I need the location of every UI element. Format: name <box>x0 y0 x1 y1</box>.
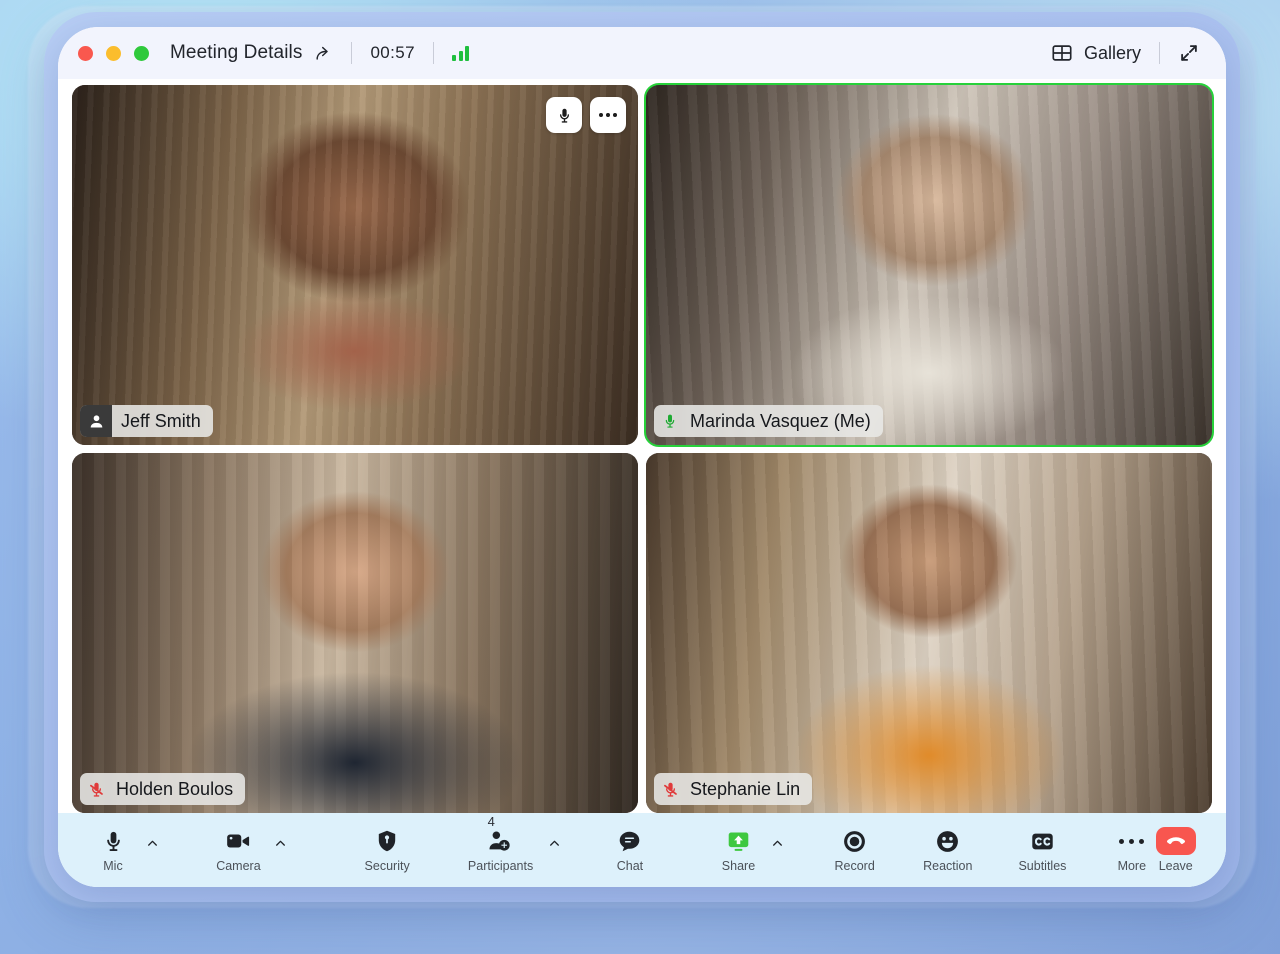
toolbar-mic-label: Mic <box>103 859 123 873</box>
record-circle-icon <box>842 827 867 855</box>
participant-name: Holden Boulos <box>116 778 234 799</box>
participant-tile-marinda-vasquez[interactable]: Marinda Vasquez (Me) <box>644 83 1214 447</box>
participant-name-pill: Marinda Vasquez (Me) <box>654 405 883 437</box>
participant-name-pill: Stephanie Lin <box>654 773 813 805</box>
toolbar-record-button[interactable]: Record <box>832 827 877 873</box>
meeting-details-group[interactable]: Meeting Details <box>170 42 333 64</box>
person-icon <box>80 405 112 437</box>
participant-name-pill: Holden Boulos <box>80 773 246 805</box>
video-grid: Jeff Smith Marinda Vasquez (Me) Holden B… <box>58 79 1226 813</box>
microphone-muted-icon <box>654 773 686 805</box>
share-options-chevron-up-icon[interactable] <box>769 835 786 857</box>
grid-icon <box>1051 42 1073 64</box>
toolbar-reaction-button[interactable]: Reaction <box>923 827 973 873</box>
expand-arrows-icon[interactable] <box>1178 42 1200 64</box>
mic-options-chevron-up-icon[interactable] <box>144 835 161 857</box>
divider <box>433 42 434 64</box>
title-bar-right-group: Gallery <box>1051 42 1200 64</box>
toolbar-camera-button[interactable]: Camera <box>206 827 270 873</box>
view-mode-gallery-button[interactable]: Gallery <box>1051 42 1141 64</box>
tile-more-button[interactable] <box>590 97 626 133</box>
divider <box>1159 42 1160 64</box>
toolbar-security-label: Security <box>364 859 410 873</box>
share-arrow-icon[interactable] <box>314 44 333 63</box>
toolbar-chat-label: Chat <box>616 859 644 873</box>
microphone-muted-icon <box>80 773 112 805</box>
meeting-timer: 00:57 <box>370 43 415 62</box>
share-control-group: Share <box>709 827 786 873</box>
phone-hangup-icon <box>1155 827 1196 855</box>
maximize-window-button[interactable] <box>134 45 149 61</box>
meeting-window: Meeting Details 00:57 Gallery Jeff Smith… <box>58 27 1226 887</box>
toolbar-leave-label: Leave <box>1158 859 1193 873</box>
shield-icon <box>375 827 399 855</box>
view-mode-label: Gallery <box>1083 42 1141 63</box>
toolbar-participants-label: Participants <box>467 859 534 873</box>
chat-bubble-icon <box>617 827 642 855</box>
participant-name: Stephanie Lin <box>690 778 801 799</box>
microphone-icon <box>556 107 573 124</box>
participant-name-pill: Jeff Smith <box>80 405 213 437</box>
meeting-details-label: Meeting Details <box>170 42 303 63</box>
toolbar-leave-button[interactable]: Leave <box>1152 827 1200 873</box>
participant-video-feed <box>646 85 1212 445</box>
participants-control-group: 4 Participants <box>458 814 563 873</box>
participant-name: Marinda Vasquez (Me) <box>690 410 871 431</box>
participants-options-chevron-up-icon[interactable] <box>546 835 563 857</box>
toolbar-security-button[interactable]: Security <box>362 827 412 873</box>
toolbar-record-label: Record <box>834 859 875 873</box>
smiley-face-icon <box>935 827 960 855</box>
microphone-icon <box>654 405 686 437</box>
toolbar-more-button[interactable]: More <box>1112 827 1151 873</box>
camera-options-chevron-up-icon[interactable] <box>272 835 289 857</box>
participant-video-feed <box>646 453 1212 813</box>
participant-name: Jeff Smith <box>121 410 201 431</box>
meeting-toolbar: Mic Camera Security 4 Participants Chat … <box>58 813 1226 887</box>
title-bar: Meeting Details 00:57 Gallery <box>58 27 1226 79</box>
minimize-window-button[interactable] <box>106 45 121 61</box>
participants-count-badge: 4 <box>487 814 495 829</box>
close-window-button[interactable] <box>78 45 93 61</box>
toolbar-camera-label: Camera <box>216 859 261 873</box>
ellipsis-icon <box>599 113 617 117</box>
participant-tile-stephanie-lin[interactable]: Stephanie Lin <box>646 453 1212 813</box>
toolbar-more-label: More <box>1117 859 1147 873</box>
video-camera-icon <box>225 827 251 855</box>
toolbar-share-label: Share <box>721 859 756 873</box>
ellipsis-icon <box>1119 827 1145 855</box>
closed-caption-icon <box>1030 827 1055 855</box>
participant-tile-jeff-smith[interactable]: Jeff Smith <box>72 85 638 445</box>
camera-control-group: Camera <box>206 827 289 873</box>
traffic-lights <box>78 45 149 61</box>
toolbar-participants-button[interactable]: 4 Participants <box>458 814 544 873</box>
toolbar-chat-button[interactable]: Chat <box>608 827 652 873</box>
toolbar-subtitles-label: Subtitles <box>1018 859 1067 873</box>
toolbar-reaction-label: Reaction <box>923 859 973 873</box>
participant-video-feed <box>72 453 638 813</box>
divider <box>351 42 353 64</box>
signal-bars-icon <box>452 45 469 61</box>
participant-video-feed <box>72 85 638 445</box>
toolbar-mic-button[interactable]: Mic <box>84 827 142 873</box>
toolbar-subtitles-button[interactable]: Subtitles <box>1018 827 1066 873</box>
microphone-icon <box>102 827 125 855</box>
tile-mic-button[interactable] <box>546 97 582 133</box>
toolbar-share-button[interactable]: Share <box>709 827 767 873</box>
person-add-icon <box>487 827 514 855</box>
participant-tile-holden-boulos[interactable]: Holden Boulos <box>72 453 638 813</box>
mic-control-group: Mic <box>84 827 161 873</box>
tile-hover-controls <box>546 97 626 133</box>
share-screen-icon <box>726 827 751 855</box>
